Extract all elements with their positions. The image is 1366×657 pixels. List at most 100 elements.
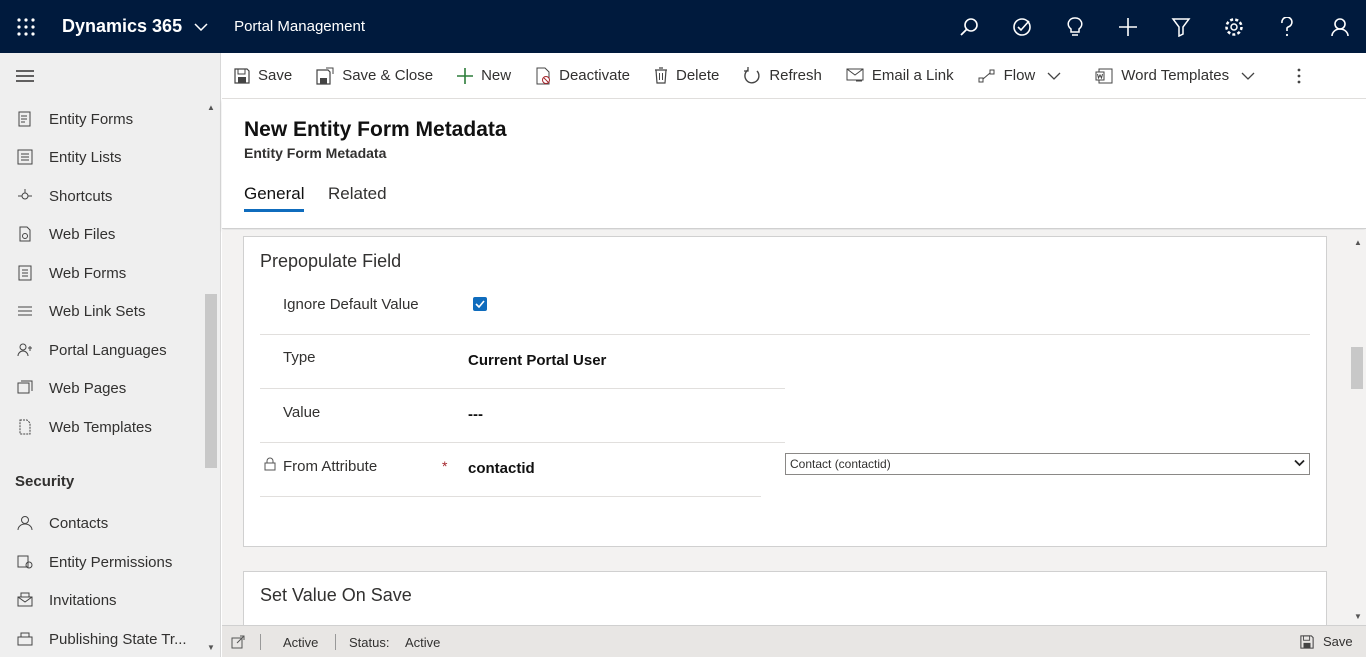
sidebar-item-contacts[interactable]: Contacts: [0, 504, 205, 542]
expand-icon[interactable]: [231, 635, 245, 652]
app-launcher-icon[interactable]: [0, 0, 52, 53]
deactivate-button[interactable]: Deactivate: [523, 53, 642, 99]
tab-related[interactable]: Related: [328, 184, 387, 212]
sidebar-item-label: Entity Lists: [49, 148, 122, 166]
sidebar-item-portal-languages[interactable]: Portal Languages: [0, 331, 205, 369]
sidebar-item-shortcuts[interactable]: Shortcuts: [0, 177, 205, 215]
flow-label: Flow: [1003, 67, 1036, 84]
scroll-down-arrow[interactable]: ▼: [207, 643, 215, 652]
new-button[interactable]: New: [445, 53, 523, 99]
save-button[interactable]: Save: [222, 53, 304, 99]
scroll-down-arrow[interactable]: ▼: [1354, 612, 1362, 621]
delete-button[interactable]: Delete: [642, 53, 731, 99]
person-icon: [0, 515, 49, 531]
deactivate-icon: [536, 67, 551, 84]
from-attribute-value[interactable]: contactid: [468, 460, 535, 477]
section-title: Prepopulate Field: [260, 251, 402, 271]
user-icon[interactable]: [1313, 0, 1366, 53]
form-body: Prepopulate Field Ignore Default Value T…: [222, 230, 1366, 625]
app-name[interactable]: Dynamics 365: [62, 16, 182, 37]
email-link-label: Email a Link: [871, 67, 954, 84]
flow-icon: [978, 69, 995, 82]
status-bar: Active Status: Active Save: [222, 625, 1366, 657]
scroll-up-arrow[interactable]: ▲: [207, 103, 215, 112]
sidebar-item-label: Publishing State Tr...: [49, 630, 187, 648]
value-field[interactable]: ---: [468, 406, 483, 423]
sidebar-item-entity-forms[interactable]: Entity Forms: [0, 100, 205, 138]
sidebar-item-entity-permissions[interactable]: Entity Permissions: [0, 543, 205, 581]
email-icon: [846, 68, 864, 82]
more-commands-button[interactable]: [1285, 53, 1321, 99]
lock-icon: [264, 457, 276, 476]
status-value: Active: [405, 635, 441, 650]
status-save-button[interactable]: Save: [1300, 634, 1353, 649]
ignore-default-checkbox[interactable]: [473, 297, 487, 311]
permissions-icon: [0, 554, 49, 570]
lightbulb-icon[interactable]: [1048, 0, 1101, 53]
type-label: Type: [283, 349, 316, 366]
section-title: Set Value On Save: [260, 585, 412, 605]
status-label: Status:: [349, 635, 390, 650]
shortcut-icon: [0, 188, 49, 204]
chevron-down-icon: [1294, 459, 1305, 467]
menu-icon[interactable]: [15, 68, 35, 86]
search-icon[interactable]: [942, 0, 995, 53]
from-attribute-select[interactable]: Contact (contactid): [785, 453, 1310, 475]
type-value[interactable]: Current Portal User: [468, 352, 606, 369]
value-label: Value: [283, 404, 321, 421]
from-attribute-label: From Attribute: [283, 458, 378, 475]
chevron-down-icon: [1047, 72, 1061, 80]
flow-button[interactable]: Flow: [966, 53, 1074, 99]
main-scrollbar-thumb[interactable]: [1351, 347, 1363, 389]
pages-icon: [0, 380, 49, 396]
sidebar-item-label: Entity Permissions: [49, 553, 173, 571]
sidebar-item-label: Web Link Sets: [49, 302, 146, 320]
divider: [260, 496, 761, 497]
sidebar-item-label: Portal Languages: [49, 341, 167, 359]
sidebar-item-label: Invitations: [49, 591, 117, 609]
prepopulate-field-section: Prepopulate Field Ignore Default Value T…: [243, 236, 1327, 547]
save-close-label: Save & Close: [342, 67, 434, 84]
chevron-down-icon: [1241, 72, 1255, 80]
save-close-button[interactable]: Save & Close: [304, 53, 445, 99]
help-icon[interactable]: [1260, 0, 1313, 53]
sidebar-item-invitations[interactable]: Invitations: [0, 581, 205, 619]
form-header: New Entity Form Metadata Entity Form Met…: [222, 99, 1366, 229]
list-icon: [0, 149, 49, 165]
publishing-icon: [0, 631, 49, 647]
divider: [335, 634, 336, 650]
sidebar-scrollbar-thumb[interactable]: [205, 294, 217, 468]
refresh-label: Refresh: [769, 67, 822, 84]
checkmark-icon: [475, 300, 485, 308]
filter-icon[interactable]: [1154, 0, 1207, 53]
webform-icon: [0, 265, 49, 281]
save-label: Save: [258, 67, 293, 84]
sidebar-item-web-files[interactable]: Web Files: [0, 215, 205, 253]
chevron-down-icon[interactable]: [194, 22, 214, 31]
area-name[interactable]: Portal Management: [234, 18, 365, 35]
scroll-up-arrow[interactable]: ▲: [1354, 238, 1362, 247]
trash-icon: [654, 67, 667, 84]
top-navigation-bar: Dynamics 365 Portal Management: [0, 0, 1366, 53]
form-icon: [0, 111, 49, 127]
task-icon[interactable]: [995, 0, 1048, 53]
template-icon: [0, 419, 49, 435]
sidebar-item-web-pages[interactable]: Web Pages: [0, 369, 205, 407]
sidebar-item-web-templates[interactable]: Web Templates: [0, 408, 205, 446]
sidebar-item-label: Shortcuts: [49, 187, 113, 205]
refresh-button[interactable]: Refresh: [731, 53, 834, 99]
ignore-default-label: Ignore Default Value: [283, 296, 419, 313]
sidebar-item-entity-lists[interactable]: Entity Lists: [0, 138, 205, 176]
sidebar-item-label: Web Templates: [49, 418, 152, 436]
settings-icon[interactable]: [1207, 0, 1260, 53]
delete-label: Delete: [675, 67, 720, 84]
plus-icon[interactable]: [1101, 0, 1154, 53]
sidebar-item-web-link-sets[interactable]: Web Link Sets: [0, 292, 205, 330]
sidebar-item-web-forms[interactable]: Web Forms: [0, 254, 205, 292]
tab-general[interactable]: General: [244, 184, 305, 212]
sidebar-item-publishing-state[interactable]: Publishing State Tr...: [0, 620, 205, 657]
divider: [260, 634, 261, 650]
page-title: New Entity Form Metadata: [244, 118, 507, 141]
email-link-button[interactable]: Email a Link: [834, 53, 966, 99]
word-templates-button[interactable]: Word Templates: [1083, 53, 1267, 99]
